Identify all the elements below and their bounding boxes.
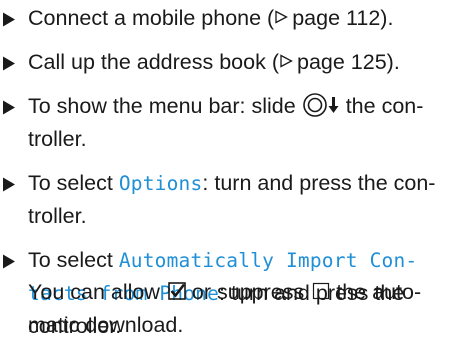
checkbox-empty-icon <box>313 283 330 300</box>
instruction-text: troller. <box>28 127 87 151</box>
instruction-text: To select <box>28 171 119 195</box>
instruction-text: matic download. <box>28 313 184 337</box>
bullet-icon <box>0 244 24 277</box>
page-reference-text: page 125). <box>296 50 400 74</box>
bullet-icon <box>0 46 24 79</box>
checkbox-checked-icon <box>168 282 186 301</box>
instruction-line: troller. <box>28 123 87 156</box>
instruction-text: To select <box>28 248 119 272</box>
page-reference-icon <box>275 10 289 24</box>
instruction-line: Call up the address book ( page 125). <box>28 46 400 79</box>
instruction-text: troller. <box>28 204 87 228</box>
bullet-icon <box>0 2 24 35</box>
display-menu-item-auto-import: Automatically Import Con- <box>118 249 418 272</box>
instruction-text: : turn and press the con- <box>202 171 436 195</box>
display-menu-item-options: Options <box>118 172 203 195</box>
instruction-line: To show the menu bar: slide the con- <box>28 90 423 123</box>
instruction-line: To select Automatically Import Con- <box>28 244 417 277</box>
instruction-text: the auto- <box>336 280 422 304</box>
instruction-text: To show the menu bar: slide <box>28 94 296 118</box>
instruction-line: troller. <box>28 200 87 233</box>
instruction-text: the con- <box>345 94 424 118</box>
bullet-icon <box>0 167 24 200</box>
instruction-text: or suppress <box>191 280 305 304</box>
instruction-text: Connect a mobile phone ( <box>28 6 275 30</box>
controller-slide-down-icon <box>302 93 339 118</box>
instruction-line: You can allow or suppress the auto- <box>28 276 421 309</box>
bullet-icon <box>0 90 24 123</box>
instruction-page: Connect a mobile phone ( page 112). Call … <box>0 0 464 347</box>
instruction-line: Connect a mobile phone ( page 112). <box>28 2 393 35</box>
page-reference-text: page 112). <box>292 6 394 30</box>
page-reference-icon <box>280 54 293 68</box>
instruction-text: You can allow <box>28 280 160 304</box>
instruction-line: To select Options: turn and press the co… <box>28 167 435 200</box>
instruction-text: Call up the address book ( <box>28 50 279 74</box>
instruction-line: matic download. <box>28 309 183 342</box>
